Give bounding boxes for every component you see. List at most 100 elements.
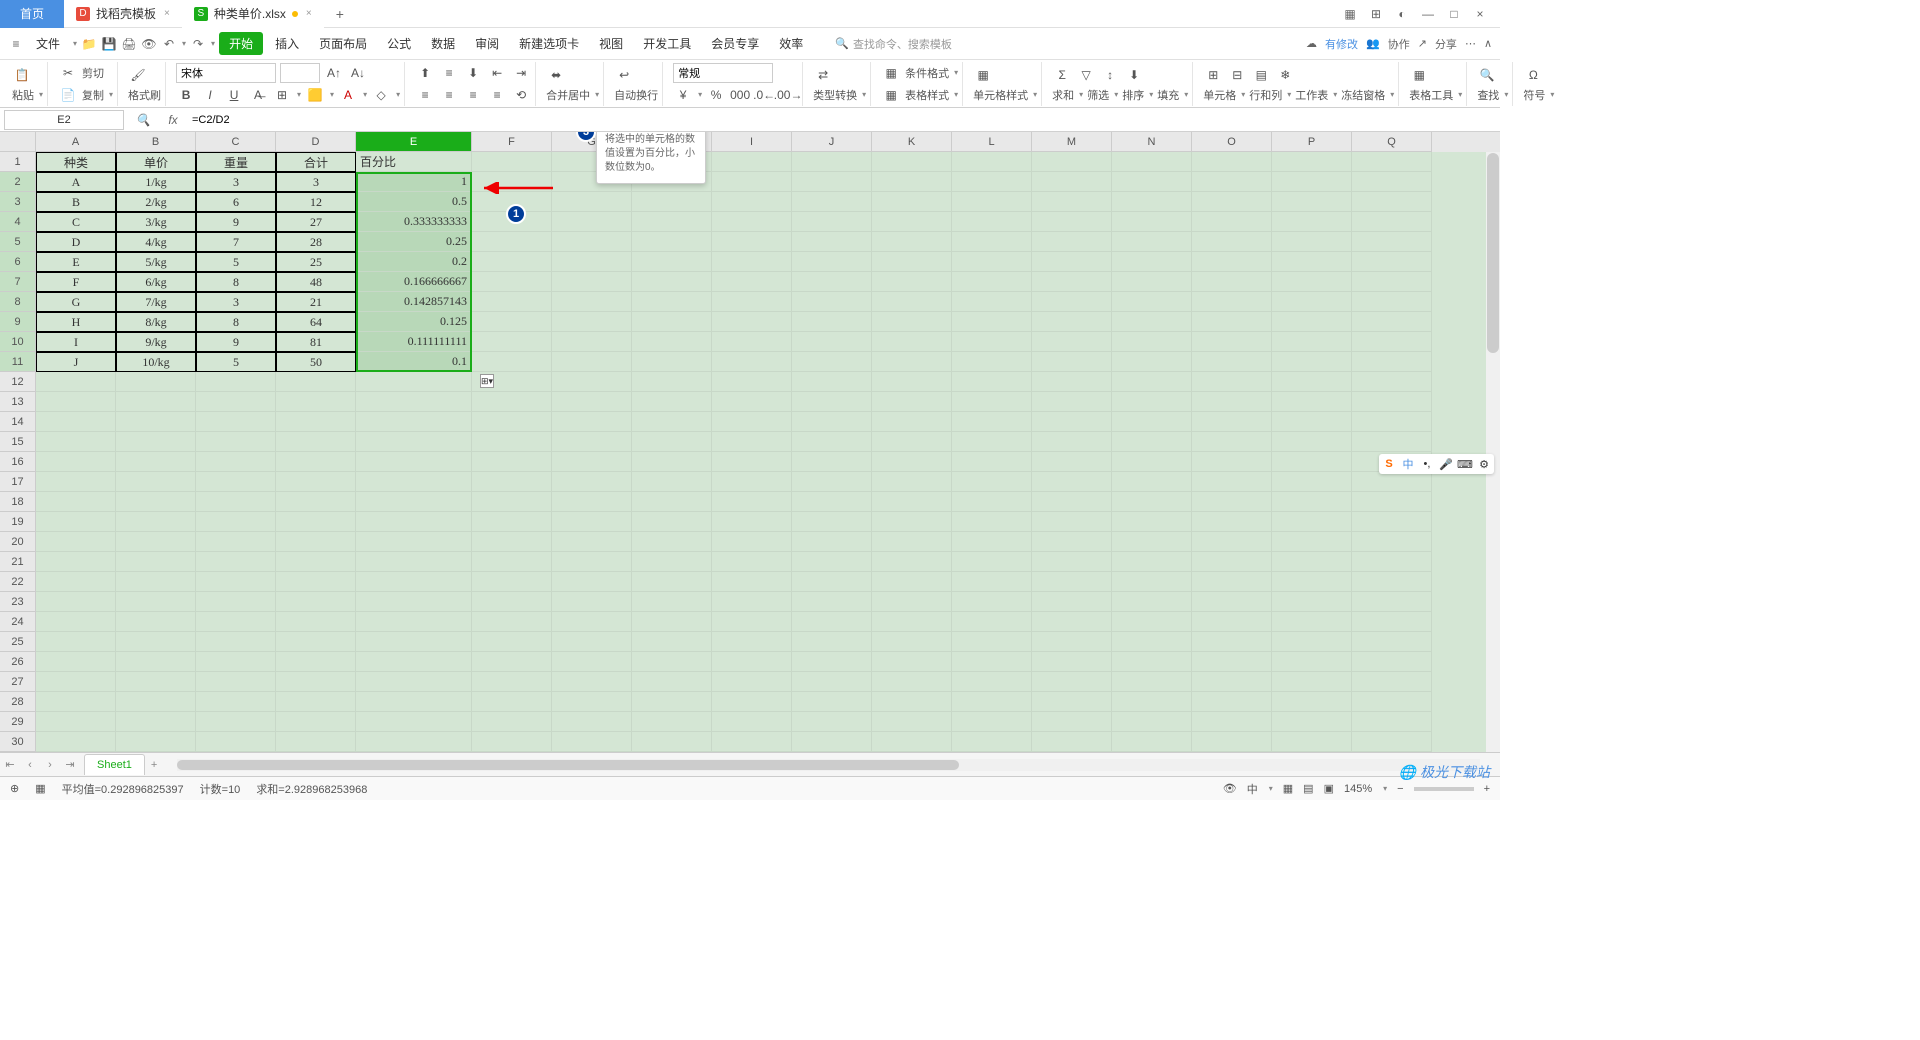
font-select[interactable] (176, 63, 276, 83)
cell-F6[interactable] (472, 252, 552, 272)
cell-H6[interactable] (632, 252, 712, 272)
cell-K5[interactable] (872, 232, 952, 252)
cell-F5[interactable] (472, 232, 552, 252)
cell-C17[interactable] (196, 472, 276, 492)
cell-Q18[interactable] (1352, 492, 1432, 512)
cell-M25[interactable] (1032, 632, 1112, 652)
cell-J30[interactable] (792, 732, 872, 752)
cell-G28[interactable] (552, 692, 632, 712)
ime-toolbar[interactable]: S 中 •, 🎤 ⌨ ⚙ (1379, 454, 1494, 474)
table-style-icon[interactable]: ▦ (881, 85, 901, 105)
filter-label[interactable]: 筛选 (1087, 87, 1109, 103)
row-header-11[interactable]: 11 (0, 352, 36, 372)
cell-O28[interactable] (1192, 692, 1272, 712)
cell-L23[interactable] (952, 592, 1032, 612)
wrap-label[interactable]: 自动换行 (614, 87, 658, 103)
cell-G5[interactable] (552, 232, 632, 252)
cell-F22[interactable] (472, 572, 552, 592)
cell-O30[interactable] (1192, 732, 1272, 752)
cell-H20[interactable] (632, 532, 712, 552)
cell-G12[interactable] (552, 372, 632, 392)
cell-I22[interactable] (712, 572, 792, 592)
cell-Q3[interactable] (1352, 192, 1432, 212)
cell-K8[interactable] (872, 292, 952, 312)
cell-P23[interactable] (1272, 592, 1352, 612)
col-header-I[interactable]: I (712, 132, 792, 152)
cell-I2[interactable] (712, 172, 792, 192)
cell-N29[interactable] (1112, 712, 1192, 732)
cell-B28[interactable] (116, 692, 196, 712)
cell-Q12[interactable] (1352, 372, 1432, 392)
cell-G6[interactable] (552, 252, 632, 272)
cell-K1[interactable] (872, 152, 952, 172)
cell-L10[interactable] (952, 332, 1032, 352)
cell-F29[interactable] (472, 712, 552, 732)
cell-A11[interactable]: J (36, 352, 116, 372)
horizontal-scrollbar[interactable] (177, 759, 1480, 771)
cell-N18[interactable] (1112, 492, 1192, 512)
decrease-font-icon[interactable]: A↓ (348, 63, 368, 83)
cell-L27[interactable] (952, 672, 1032, 692)
cell-J17[interactable] (792, 472, 872, 492)
ime-mic-icon[interactable]: 🎤 (1438, 456, 1454, 472)
format-painter-label[interactable]: 格式刷 (128, 87, 161, 103)
cell-P24[interactable] (1272, 612, 1352, 632)
cell-A15[interactable] (36, 432, 116, 452)
cell-A10[interactable]: I (36, 332, 116, 352)
cell-L21[interactable] (952, 552, 1032, 572)
cell-J13[interactable] (792, 392, 872, 412)
cell-M3[interactable] (1032, 192, 1112, 212)
table-tool-label[interactable]: 表格工具 (1409, 87, 1453, 103)
cell-I25[interactable] (712, 632, 792, 652)
cell-C26[interactable] (196, 652, 276, 672)
cell-E19[interactable] (356, 512, 472, 532)
menu-review[interactable]: 审阅 (467, 31, 507, 56)
row-header-24[interactable]: 24 (0, 612, 36, 632)
cell-A6[interactable]: E (36, 252, 116, 272)
cell-A21[interactable] (36, 552, 116, 572)
cell-B21[interactable] (116, 552, 196, 572)
cell-I13[interactable] (712, 392, 792, 412)
cell-A13[interactable] (36, 392, 116, 412)
row-header-27[interactable]: 27 (0, 672, 36, 692)
align-left-icon[interactable]: ≡ (415, 85, 435, 105)
col-header-Q[interactable]: Q (1352, 132, 1432, 152)
cell-O18[interactable] (1192, 492, 1272, 512)
cell-P20[interactable] (1272, 532, 1352, 552)
cell-A23[interactable] (36, 592, 116, 612)
zoom-in-button[interactable]: + (1484, 783, 1490, 795)
type-convert-icon[interactable]: ⇄ (813, 65, 833, 85)
cell-P28[interactable] (1272, 692, 1352, 712)
cell-E15[interactable] (356, 432, 472, 452)
view-icon[interactable]: 👁 (1223, 782, 1237, 795)
cell-G19[interactable] (552, 512, 632, 532)
cell-P18[interactable] (1272, 492, 1352, 512)
cell-O5[interactable] (1192, 232, 1272, 252)
cell-J3[interactable] (792, 192, 872, 212)
cell-E7[interactable]: 0.166666667 (356, 272, 472, 292)
cell-J12[interactable] (792, 372, 872, 392)
cell-P9[interactable] (1272, 312, 1352, 332)
cell-B26[interactable] (116, 652, 196, 672)
cell-D8[interactable]: 21 (276, 292, 356, 312)
grid-icon[interactable]: ▦ (1338, 2, 1362, 26)
cell-B16[interactable] (116, 452, 196, 472)
cell-N11[interactable] (1112, 352, 1192, 372)
cell-L4[interactable] (952, 212, 1032, 232)
cell-Q13[interactable] (1352, 392, 1432, 412)
cell-J28[interactable] (792, 692, 872, 712)
cond-format-icon[interactable]: ▦ (881, 63, 901, 83)
cell-N6[interactable] (1112, 252, 1192, 272)
cell-L6[interactable] (952, 252, 1032, 272)
cell-F7[interactable] (472, 272, 552, 292)
cell-J1[interactable] (792, 152, 872, 172)
cell-B19[interactable] (116, 512, 196, 532)
redo-icon[interactable]: ↷ (190, 36, 206, 52)
cell-H3[interactable] (632, 192, 712, 212)
cell-G8[interactable] (552, 292, 632, 312)
tab-home[interactable]: 首页 (0, 0, 64, 28)
ime-lang[interactable]: 中 (1400, 456, 1416, 472)
filter-icon[interactable]: ▽ (1076, 65, 1096, 85)
cell-K22[interactable] (872, 572, 952, 592)
row-header-30[interactable]: 30 (0, 732, 36, 752)
